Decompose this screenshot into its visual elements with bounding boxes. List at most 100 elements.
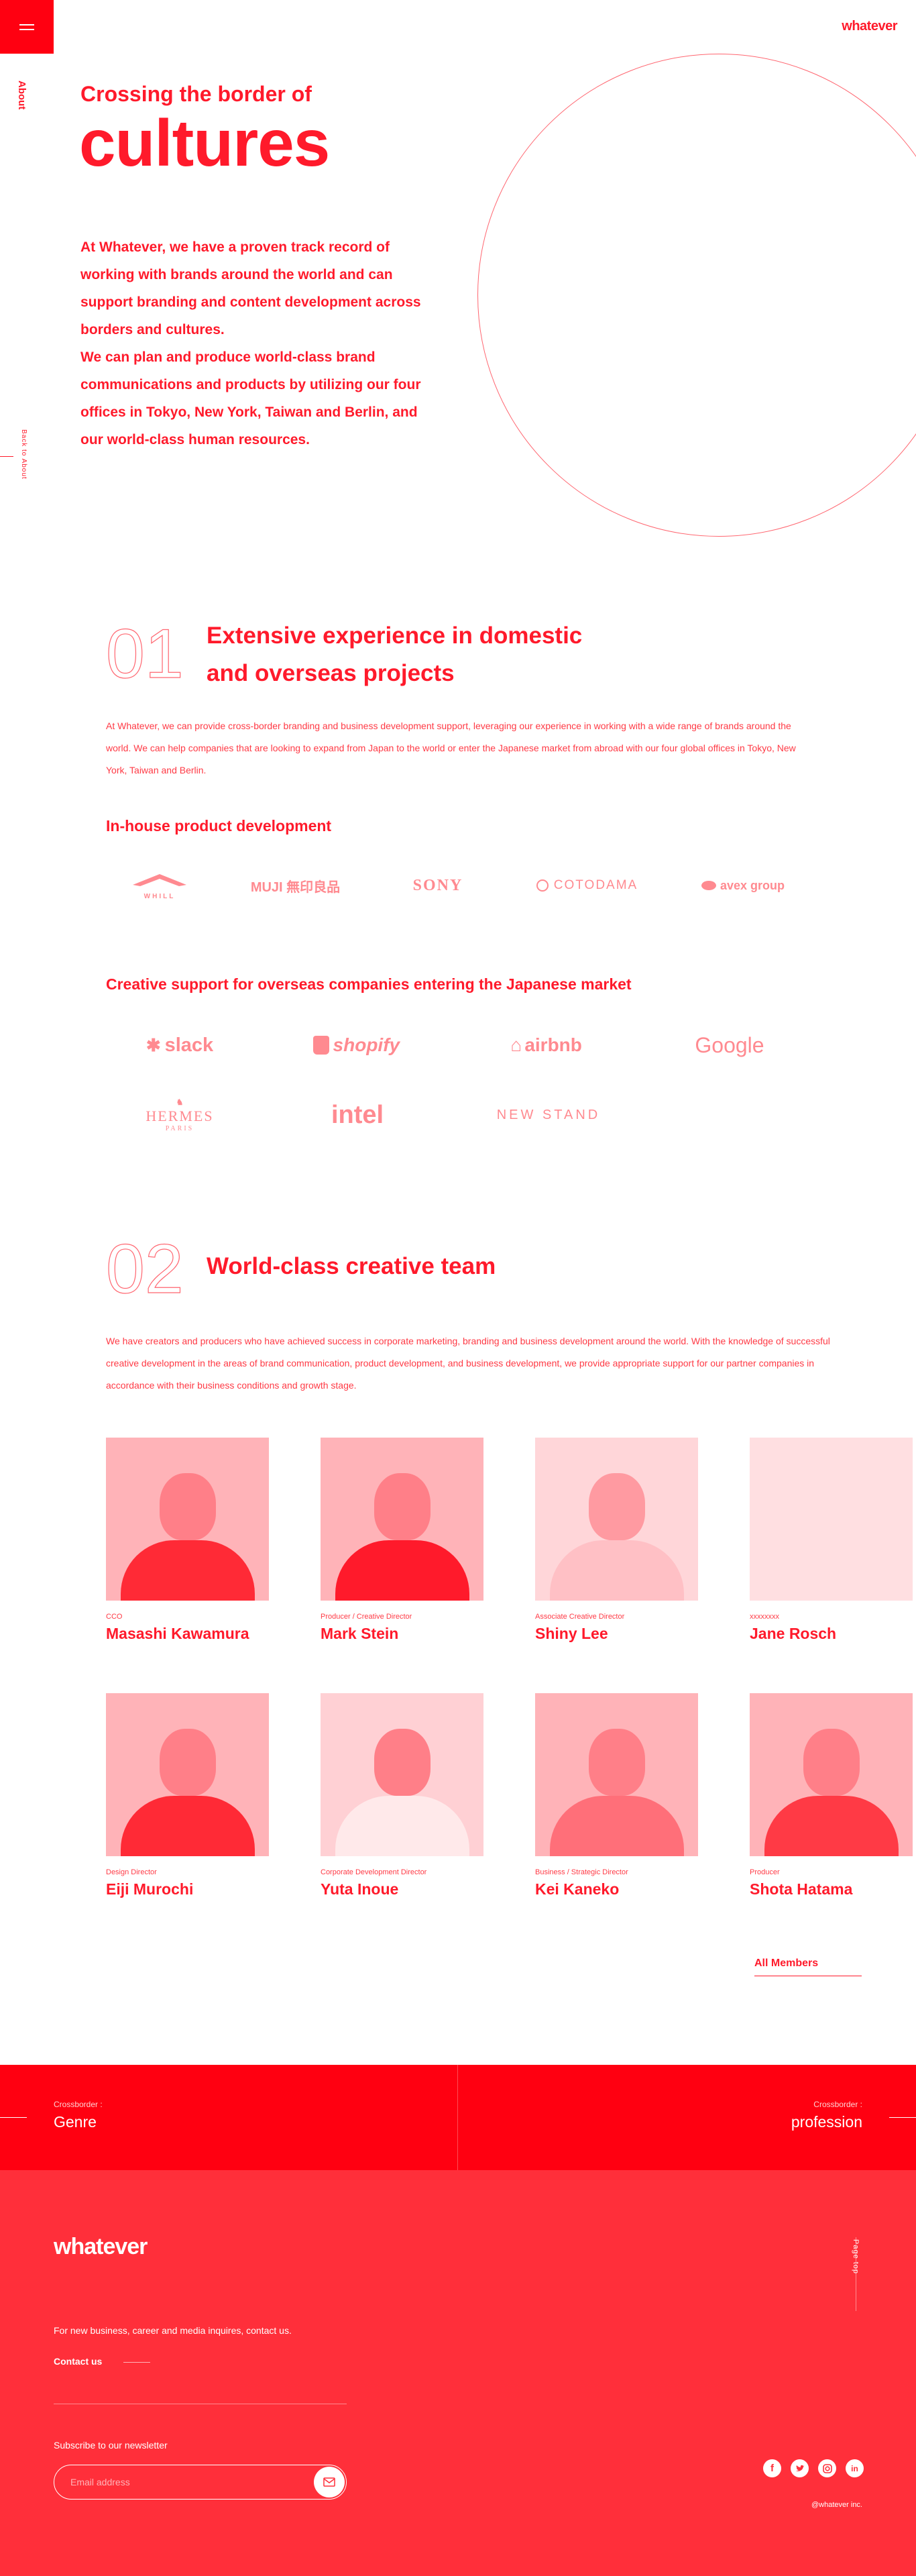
mail-icon: [323, 2477, 335, 2487]
all-members-link[interactable]: All Members: [754, 1957, 818, 1970]
member-photo: [321, 1693, 483, 1856]
back-to-about-link[interactable]: Back to About: [20, 429, 27, 480]
twitter-icon[interactable]: [791, 2459, 809, 2477]
footer-logo[interactable]: whatever: [54, 2234, 148, 2260]
brand-logo-whill: WHILL: [106, 865, 213, 906]
brand-name: avex group: [720, 878, 785, 892]
slack-icon: ✱: [146, 1034, 161, 1055]
footer-inquiry-text: For new business, career and media inqui…: [54, 2325, 292, 2336]
social-links: f in: [763, 2459, 864, 2477]
member-name: Mark Stein: [321, 1625, 399, 1642]
crossborder-label: Crossborder :: [54, 2100, 103, 2109]
brand-logo-airbnb: ⌂ airbnb: [459, 1026, 634, 1064]
section1-title: Extensive experience in domestic and ove…: [207, 617, 582, 692]
whill-chevron-icon: [133, 873, 186, 886]
crossborder-profession-link[interactable]: Crossborder : profession: [791, 2100, 862, 2131]
creative-brand-row-2: ♞ HERMES PARIS intel NEW STAND: [106, 1093, 636, 1136]
brand-logo-newstand: NEW STAND: [496, 1107, 601, 1122]
crossborder-profession: profession: [791, 2113, 862, 2131]
band-line-left: [0, 2117, 27, 2118]
brand-logo-avex: avex group: [676, 865, 810, 906]
member-role: CCO: [106, 1613, 123, 1621]
member-card[interactable]: Producer Shota Hatama: [750, 1693, 913, 1898]
contact-us-link[interactable]: Contact us: [54, 2356, 102, 2367]
crossborder-genre-link[interactable]: Crossborder : Genre: [54, 2100, 103, 2131]
side-nav-about[interactable]: About: [16, 80, 27, 109]
section2-body: We have creators and producers who have …: [106, 1336, 830, 1391]
section1-title-line1: Extensive experience in domestic: [207, 623, 583, 649]
newsletter-email-input[interactable]: [54, 2465, 347, 2500]
cotodama-icon: [536, 879, 549, 892]
section1-title-line2: and overseas projects: [207, 660, 455, 686]
site-logo[interactable]: whatever: [842, 19, 897, 34]
brand-name: WHILL: [144, 892, 176, 900]
hero-description: At Whatever, we have a proven track reco…: [80, 233, 443, 453]
hero-paragraph-1: At Whatever, we have a proven track reco…: [80, 239, 421, 337]
section1-body: At Whatever, we can provide cross-border…: [106, 720, 796, 775]
hero-title: cultures: [79, 106, 330, 180]
member-name: Shiny Lee: [535, 1625, 608, 1642]
newsletter-submit-button[interactable]: [314, 2467, 345, 2498]
member-card[interactable]: Design Director Eiji Murochi: [106, 1693, 269, 1898]
member-card[interactable]: CCO Masashi Kawamura: [106, 1438, 269, 1643]
airbnb-icon: ⌂: [510, 1034, 522, 1055]
member-photo: [750, 1693, 913, 1856]
brand-name: shopify: [333, 1034, 400, 1055]
brand-logo-muji: MUJI 無印良品: [250, 879, 341, 895]
hero-paragraph-2: We can plan and produce world-class bran…: [80, 350, 421, 447]
member-name: Kei Kaneko: [535, 1880, 620, 1898]
brand-logo-intel: intel: [331, 1100, 384, 1129]
crossborder-label: Crossborder :: [813, 2100, 862, 2109]
member-name: Yuta Inoue: [321, 1880, 399, 1898]
linkedin-icon[interactable]: in: [846, 2459, 864, 2477]
crossborder-band: [0, 2065, 916, 2170]
brand-name: COTODAMA: [553, 878, 638, 892]
member-name: Eiji Murochi: [106, 1880, 194, 1898]
hero-subtitle: Crossing the border of: [80, 82, 312, 106]
contact-underline: [123, 2362, 150, 2363]
instagram-icon[interactable]: [818, 2459, 836, 2477]
member-photo: [750, 1438, 913, 1601]
brand-name: HERMES: [146, 1108, 214, 1124]
brand-logo-sony: SONY: [412, 876, 463, 894]
member-role: xxxxxxxx: [750, 1613, 779, 1621]
section-number-01: 01: [105, 615, 184, 693]
facebook-icon[interactable]: f: [763, 2459, 781, 2477]
brand-sub: PARIS: [165, 1125, 194, 1132]
band-line-right: [889, 2117, 916, 2118]
avex-icon: [701, 881, 716, 890]
shopify-bag-icon: [312, 1036, 329, 1055]
member-role: Producer / Creative Director: [321, 1613, 412, 1621]
brand-logo-cotodama: COTODAMA: [520, 865, 654, 906]
inhouse-heading: In-house product development: [106, 817, 332, 835]
section-number-02: 02: [105, 1230, 184, 1308]
member-photo: [321, 1438, 483, 1601]
member-name: Jane Rosch: [750, 1625, 837, 1642]
member-role: Design Director: [106, 1868, 157, 1876]
member-name: Shota Hatama: [750, 1880, 853, 1898]
section2-title: World-class creative team: [207, 1253, 496, 1279]
menu-button[interactable]: [0, 0, 54, 54]
member-card[interactable]: Producer / Creative Director Mark Stein: [321, 1438, 483, 1643]
member-role: Associate Creative Director: [535, 1613, 625, 1621]
brand-logo-google: Google: [695, 1032, 764, 1057]
member-photo: [106, 1693, 269, 1856]
hero-circle-decoration: [477, 54, 916, 537]
member-card[interactable]: Associate Creative Director Shiny Lee: [535, 1438, 698, 1643]
brand-logo-slack: ✱ slack: [106, 1026, 253, 1064]
side-divider: [0, 456, 13, 457]
hamburger-icon: [19, 22, 34, 32]
member-role: Producer: [750, 1868, 780, 1876]
footer: [0, 2170, 916, 2576]
page-top-link[interactable]: Page top: [852, 2239, 860, 2274]
brand-logo-shopify: shopify: [269, 1026, 443, 1064]
member-photo: [106, 1438, 269, 1601]
brand-logo-hermes: ♞ HERMES PARIS: [106, 1093, 253, 1136]
crossborder-divider: [457, 2065, 458, 2170]
member-card[interactable]: xxxxxxxx Jane Rosch: [750, 1438, 913, 1643]
member-card[interactable]: Corporate Development Director Yuta Inou…: [321, 1693, 483, 1898]
member-photo: [535, 1438, 698, 1601]
copyright: @whatever inc.: [811, 2501, 862, 2509]
member-card[interactable]: Business / Strategic Director Kei Kaneko: [535, 1693, 698, 1898]
newsletter-label: Subscribe to our newsletter: [54, 2440, 168, 2451]
